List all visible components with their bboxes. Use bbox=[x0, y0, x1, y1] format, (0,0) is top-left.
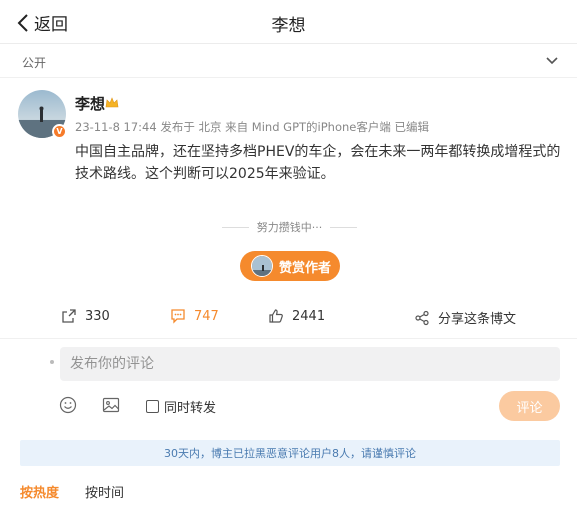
divider bbox=[0, 338, 577, 339]
thumbs-up-icon bbox=[269, 309, 283, 323]
chevron-down-icon bbox=[546, 57, 558, 65]
reward-button-label: 赞赏作者 bbox=[279, 260, 332, 276]
visibility-label: 公开 bbox=[22, 56, 47, 70]
sort-by-time-tab[interactable]: 按时间 bbox=[85, 482, 124, 501]
crown-icon bbox=[105, 97, 119, 108]
share-label: 分享这条博文 bbox=[438, 312, 517, 327]
sort-by-hot-tab[interactable]: 按热度 bbox=[20, 482, 59, 501]
repost-checkbox[interactable]: 同时转发 bbox=[146, 397, 216, 416]
emoji-icon[interactable] bbox=[59, 396, 77, 414]
reward-author-button[interactable]: 赞赏作者 bbox=[240, 251, 340, 281]
repost-icon bbox=[62, 309, 76, 323]
visibility-selector[interactable]: 公开 bbox=[0, 44, 577, 78]
share-icon bbox=[415, 310, 429, 325]
page-title: 李想 bbox=[271, 16, 306, 36]
repost-checkbox-label: 同时转发 bbox=[164, 401, 217, 416]
comment-button[interactable]: 747 bbox=[170, 308, 219, 324]
post-meta: 23-11-8 17:44 发布于 北京 来自 Mind GPT的iPhone客… bbox=[75, 120, 430, 134]
repost-button[interactable]: 330 bbox=[61, 308, 110, 324]
author-name[interactable]: 李想 bbox=[75, 93, 105, 114]
like-button[interactable]: 2441 bbox=[268, 308, 325, 324]
image-icon[interactable] bbox=[102, 396, 120, 414]
moderation-notice: 30天内，博主已拉黑恶意评论用户8人，请谨慎评论 bbox=[20, 440, 560, 466]
top-bar: 返回 李想 bbox=[0, 0, 577, 44]
action-bar: 330 747 2441 分享这条博文 bbox=[0, 308, 577, 332]
reward-note-text: 努力攒钱中··· bbox=[256, 221, 323, 234]
divider-line bbox=[330, 226, 357, 228]
comment-icon bbox=[171, 309, 185, 324]
divider-line bbox=[222, 226, 249, 228]
share-button[interactable]: 分享这条博文 bbox=[414, 308, 516, 327]
submit-comment-button[interactable]: 评论 bbox=[499, 391, 560, 421]
my-avatar-placeholder bbox=[50, 360, 54, 364]
like-count: 2441 bbox=[292, 308, 326, 324]
post-text: 中国自主品牌，还在坚持多档PHEV的车企，会在未来一两年都转换成增程式的技术路线… bbox=[75, 144, 561, 182]
reward-note: 努力攒钱中··· bbox=[222, 219, 357, 235]
verified-badge-label: V bbox=[56, 127, 63, 136]
verified-badge: V bbox=[52, 124, 67, 139]
comment-input[interactable] bbox=[60, 347, 560, 381]
checkbox-box[interactable] bbox=[146, 400, 159, 413]
repost-count: 330 bbox=[85, 308, 110, 324]
reward-avatar bbox=[251, 255, 273, 277]
comment-count: 747 bbox=[194, 308, 219, 324]
